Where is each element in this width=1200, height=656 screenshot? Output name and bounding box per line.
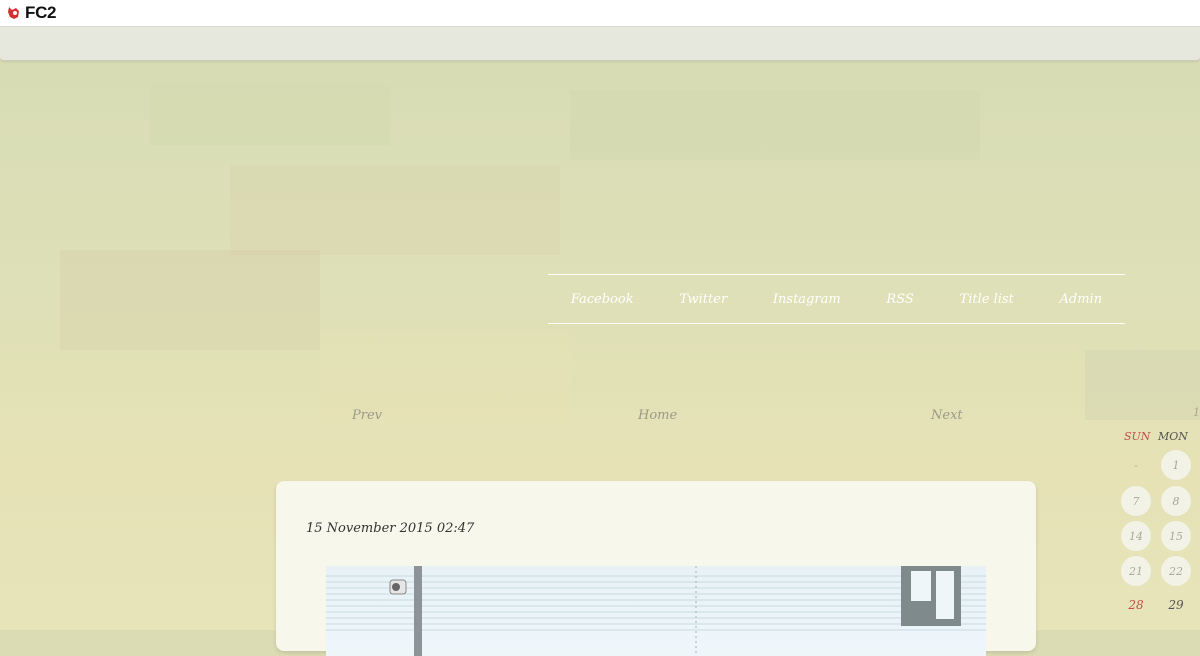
background-blur-block (150, 85, 390, 145)
calendar-weekday-mon: MON (1158, 430, 1188, 443)
post-image[interactable] (326, 566, 986, 656)
pager-prev-link[interactable]: Prev (352, 408, 382, 423)
calendar-day[interactable]: 7 (1121, 486, 1151, 516)
calendar-widget: 1 SUN MON - 1 7 8 14 15 21 22 28 29 (1115, 400, 1200, 630)
post-photo-drawing (326, 566, 986, 656)
pager-home-link[interactable]: Home (638, 408, 677, 423)
calendar-day[interactable]: 22 (1161, 556, 1191, 586)
calendar-day[interactable]: 8 (1161, 486, 1191, 516)
background-blur-block (60, 250, 320, 350)
calendar-day[interactable]: 29 (1161, 590, 1191, 620)
calendar-day[interactable]: 14 (1121, 521, 1151, 551)
calendar-day[interactable]: 1 (1161, 450, 1191, 480)
calendar-day[interactable]: 28 (1121, 590, 1151, 620)
calendar-day[interactable]: 21 (1121, 556, 1151, 586)
nav-title-list[interactable]: Title list (960, 292, 1014, 307)
blog-nav: Facebook Twitter Instagram RSS Title lis… (548, 274, 1125, 324)
fc2-logo-icon (8, 7, 19, 19)
background-blur-block (320, 330, 570, 420)
post-card: 15 November 2015 02:47 (276, 481, 1036, 656)
background-blur-block (570, 90, 980, 160)
calendar-weekday-sun: SUN (1124, 430, 1151, 443)
pager-next-link[interactable]: Next (931, 408, 963, 423)
nav-facebook[interactable]: Facebook (571, 292, 634, 307)
nav-rss[interactable]: RSS (886, 292, 913, 307)
calendar-day: - (1134, 458, 1138, 472)
fc2-logo-link[interactable]: FC2 (6, 3, 57, 23)
fc2-sub-bar (0, 27, 1200, 61)
nav-twitter[interactable]: Twitter (679, 292, 727, 307)
nav-admin[interactable]: Admin (1060, 292, 1103, 307)
background-blur-block (230, 165, 560, 255)
calendar-day[interactable]: 15 (1161, 521, 1191, 551)
calendar-edge-glyph: 1 (1193, 406, 1200, 419)
fc2-top-bar: FC2 (0, 0, 1200, 27)
fc2-logo-text: FC2 (25, 3, 57, 22)
nav-instagram[interactable]: Instagram (773, 292, 841, 307)
post-date: 15 November 2015 02:47 (306, 521, 475, 536)
